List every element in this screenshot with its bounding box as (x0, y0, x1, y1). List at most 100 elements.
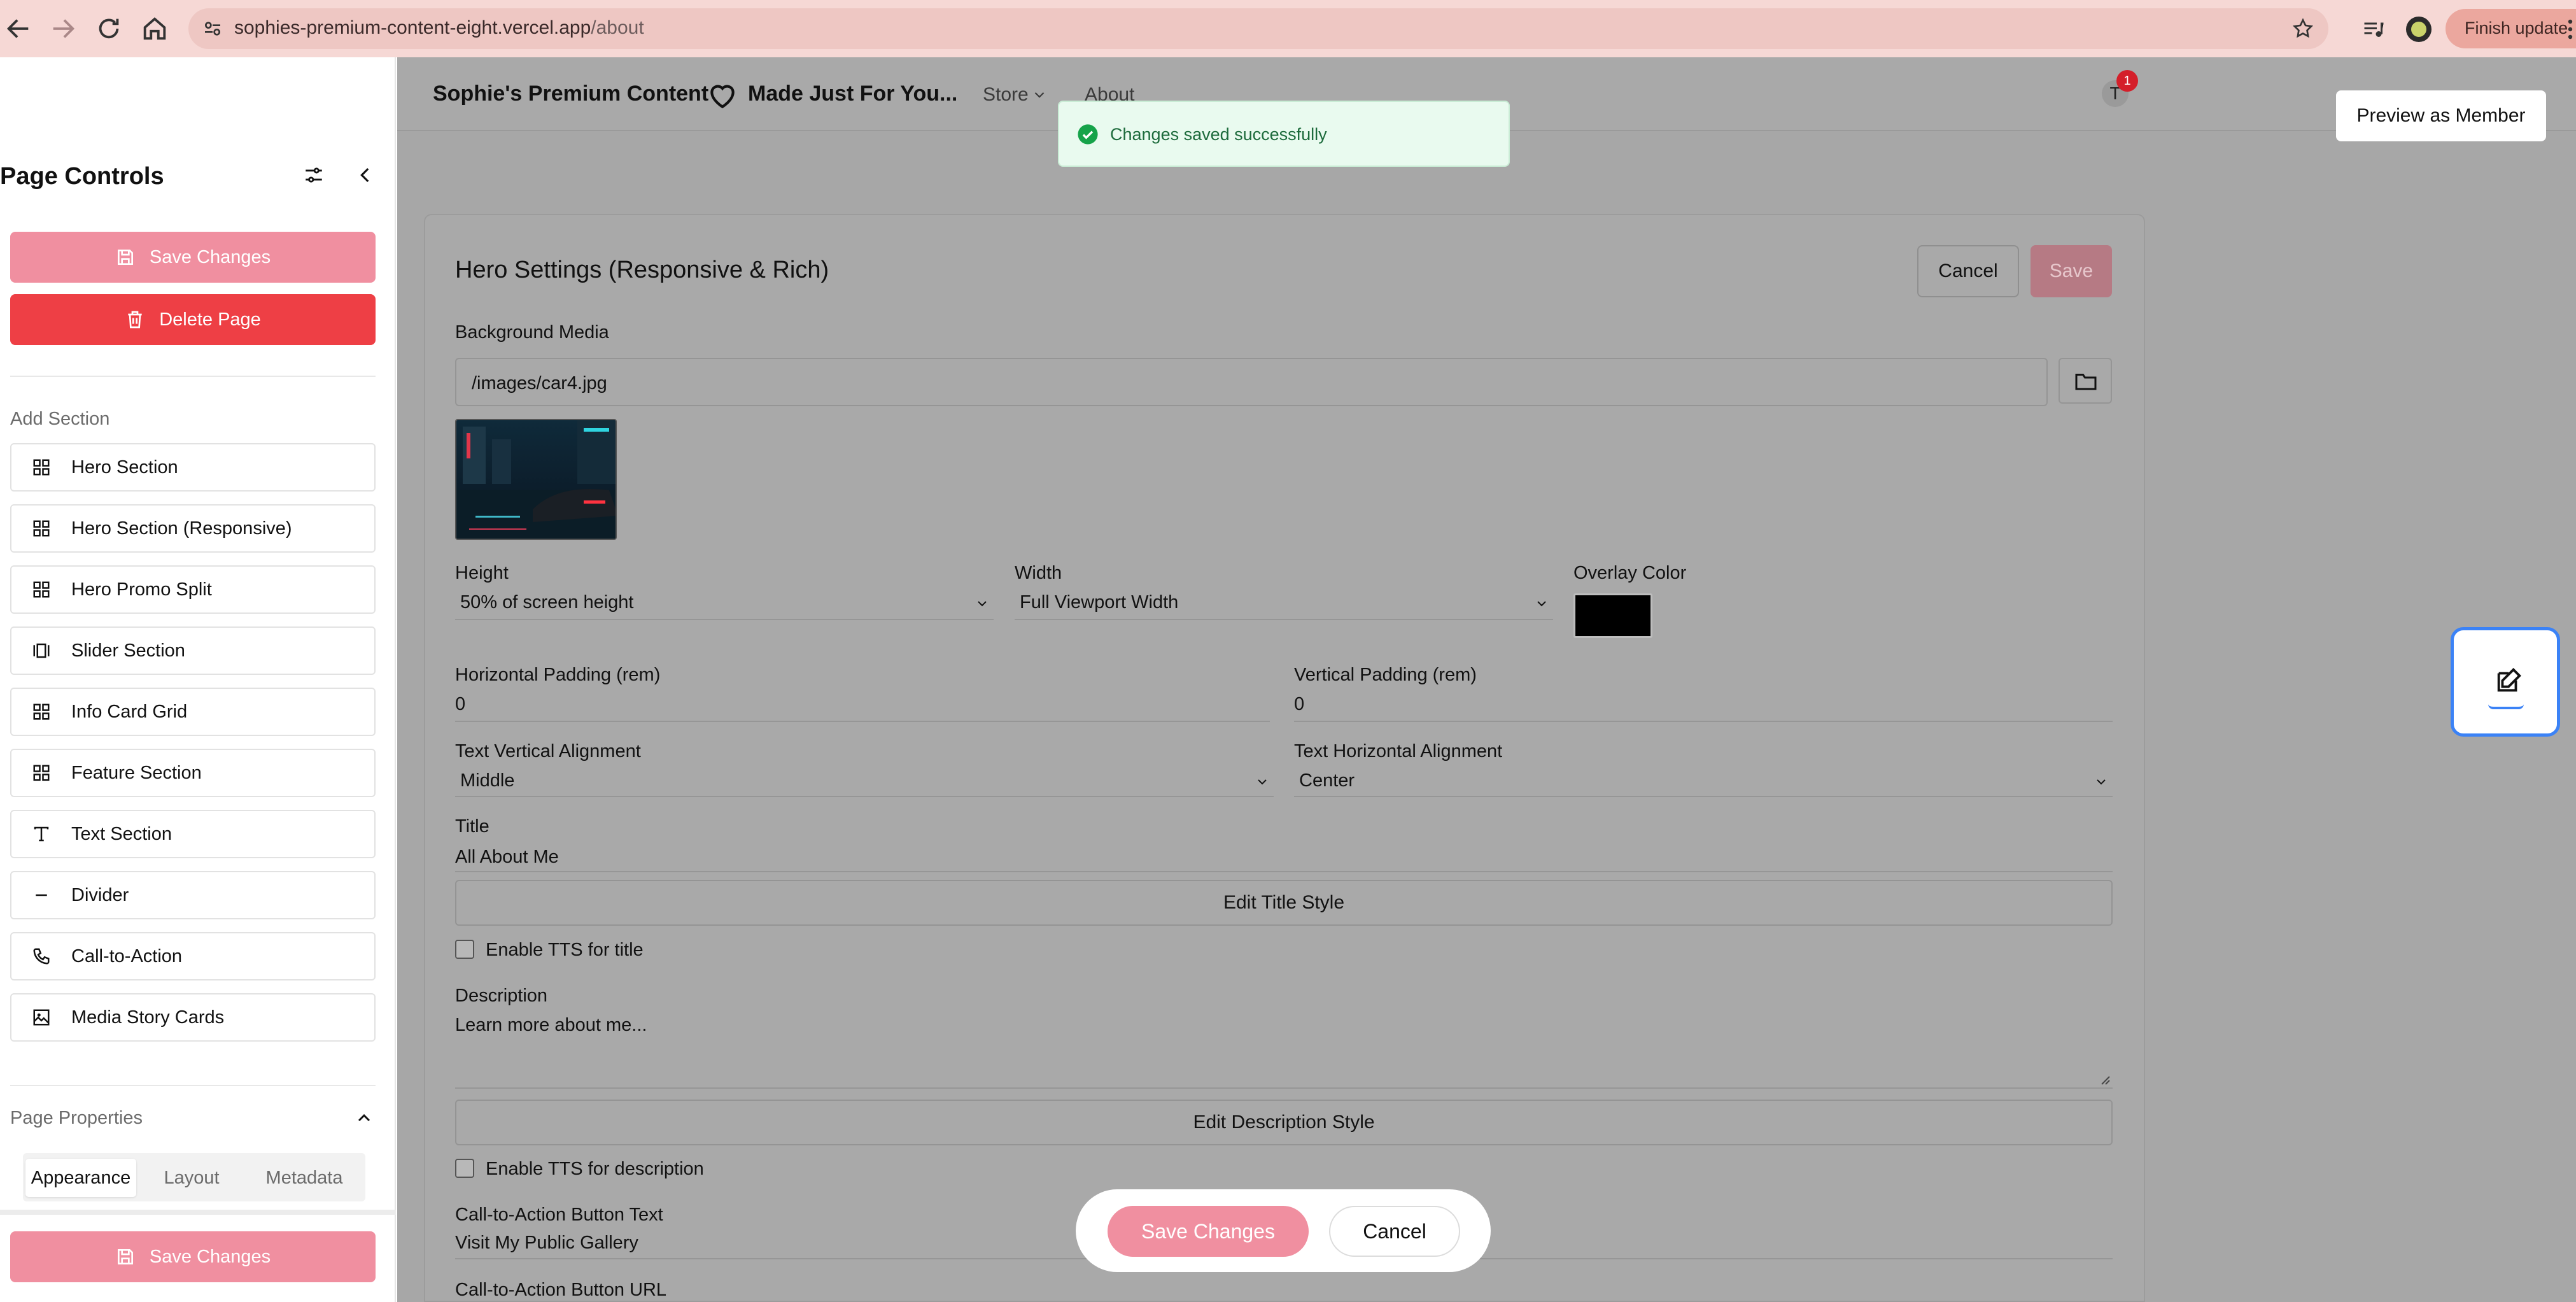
text-icon (32, 824, 51, 844)
chevron-down-icon (975, 596, 990, 611)
text-horizontal-alignment-select[interactable]: Center (1294, 767, 2113, 797)
delete-page-button[interactable]: Delete Page (10, 294, 376, 345)
delete-page-label: Delete Page (159, 309, 261, 330)
add-hero-section-responsive[interactable]: Hero Section (Responsive) (10, 504, 376, 553)
forward-icon[interactable] (48, 14, 78, 43)
add-info-card-grid[interactable]: Info Card Grid (10, 688, 376, 736)
add-feature-section[interactable]: Feature Section (10, 749, 376, 797)
grid-icon (32, 519, 51, 538)
text-vertical-alignment-select[interactable]: Middle (455, 767, 1274, 797)
add-section-heading: Add Section (10, 409, 110, 429)
height-select[interactable]: 50% of screen height (455, 590, 994, 620)
settings-sliders-icon[interactable] (303, 164, 325, 186)
slider-icon (32, 641, 51, 660)
tts-description-label: Enable TTS for description (486, 1159, 704, 1179)
width-value: Full Viewport Width (1020, 592, 1179, 612)
home-icon[interactable] (140, 14, 169, 43)
edit-title-style-button[interactable]: Edit Title Style (455, 880, 2113, 926)
width-select[interactable]: Full Viewport Width (1015, 590, 1553, 620)
grid-icon (32, 580, 51, 599)
tts-title-checkbox[interactable] (455, 940, 474, 959)
loading-indicator (2488, 704, 2524, 709)
height-value: 50% of screen height (460, 592, 634, 612)
section-item-label: Slider Section (71, 640, 185, 661)
reload-icon[interactable] (94, 14, 123, 43)
cta-url-label: Call-to-Action Button URL (455, 1280, 667, 1300)
add-media-story-cards[interactable]: Media Story Cards (10, 993, 376, 1042)
bottom-cancel-button[interactable]: Cancel (1329, 1206, 1460, 1257)
horizontal-padding-input[interactable]: 0 (455, 691, 1270, 722)
tts-title-label: Enable TTS for title (486, 940, 644, 960)
browse-media-button[interactable] (2059, 358, 2112, 404)
description-textarea[interactable]: Learn more about me... (455, 1008, 2113, 1089)
description-value: Learn more about me... (455, 1015, 647, 1035)
panel-save-button[interactable]: Save (2031, 245, 2112, 297)
profile-avatar-icon[interactable] (2406, 17, 2432, 42)
vertical-padding-input[interactable]: 0 (1294, 691, 2113, 722)
save-icon (115, 247, 136, 267)
folder-icon (2074, 371, 2097, 392)
add-hero-section[interactable]: Hero Section (10, 443, 376, 492)
background-media-value: /images/car4.jpg (472, 373, 607, 393)
toast-message: Changes saved successfully (1110, 125, 1327, 144)
finish-update-button[interactable]: Finish update (2446, 9, 2576, 48)
add-divider[interactable]: Divider (10, 871, 376, 919)
title-value: All About Me (455, 847, 559, 867)
page-properties-heading[interactable]: Page Properties (10, 1108, 143, 1129)
address-bar[interactable]: sophies-premium-content-eight.vercel.app… (188, 8, 2328, 49)
collapse-sidebar-icon[interactable] (355, 164, 376, 186)
section-item-label: Feature Section (71, 762, 202, 783)
browser-menu-icon[interactable] (2566, 19, 2574, 39)
site-info-icon[interactable] (202, 18, 223, 39)
nav-store-label: Store (983, 84, 1029, 105)
check-circle-icon (1077, 124, 1099, 145)
url-host: sophies-premium-content-eight.vercel.app (234, 17, 591, 38)
media-control-icon[interactable] (2361, 18, 2384, 41)
chevron-up-icon[interactable] (354, 1108, 374, 1128)
sidebar-bottom-save-button[interactable]: Save Changes (10, 1231, 376, 1282)
add-slider-section[interactable]: Slider Section (10, 626, 376, 675)
nav-store[interactable]: Store (983, 84, 1029, 106)
title-label: Title (455, 816, 489, 837)
tts-description-checkbox[interactable] (455, 1159, 474, 1178)
add-hero-promo-split[interactable]: Hero Promo Split (10, 565, 376, 614)
back-icon[interactable] (4, 14, 33, 43)
floating-edit-button[interactable] (2451, 627, 2560, 737)
heart-icon (707, 80, 738, 110)
section-item-label: Divider (71, 884, 129, 905)
title-input[interactable]: All About Me (455, 842, 2113, 872)
sidebar-scrollbar[interactable] (0, 1210, 396, 1215)
media-thumbnail (455, 419, 617, 540)
site-title[interactable]: Sophie's Premium Content (433, 81, 708, 106)
sidebar-save-changes-button[interactable]: Save Changes (10, 232, 376, 283)
phone-icon (32, 947, 51, 966)
cta-text-value: Visit My Public Gallery (455, 1233, 638, 1253)
text-horizontal-alignment-value: Center (1299, 770, 1355, 791)
chevron-down-icon (1534, 596, 1549, 611)
bookmark-star-icon[interactable] (2291, 17, 2314, 40)
sidebar-divider (10, 1085, 376, 1086)
add-call-to-action[interactable]: Call-to-Action (10, 932, 376, 980)
grid-icon (32, 702, 51, 721)
edit-description-style-button[interactable]: Edit Description Style (455, 1100, 2113, 1145)
cta-text-label: Call-to-Action Button Text (455, 1205, 663, 1225)
resize-handle-icon[interactable] (2099, 1073, 2110, 1085)
add-text-section[interactable]: Text Section (10, 810, 376, 858)
preview-as-member-button[interactable]: Preview as Member (2336, 90, 2546, 141)
background-media-input[interactable]: /images/car4.jpg (455, 358, 2048, 406)
text-vertical-alignment-label: Text Vertical Alignment (455, 741, 641, 761)
overlay-color-swatch[interactable] (1573, 593, 1652, 638)
tab-metadata[interactable]: Metadata (248, 1159, 360, 1197)
tab-layout[interactable]: Layout (136, 1159, 247, 1197)
url-text: sophies-premium-content-eight.vercel.app… (234, 17, 644, 39)
bottom-save-changes-button[interactable]: Save Changes (1108, 1206, 1309, 1257)
tab-appearance[interactable]: Appearance (25, 1159, 136, 1197)
success-toast: Changes saved successfully (1058, 101, 1510, 167)
panel-cancel-button[interactable]: Cancel (1917, 245, 2019, 297)
chevron-down-icon[interactable] (1031, 87, 1048, 103)
vertical-padding-value: 0 (1294, 694, 1305, 714)
notification-badge: 1 (2116, 70, 2138, 92)
text-vertical-alignment-value: Middle (460, 770, 515, 791)
vertical-padding-label: Vertical Padding (rem) (1294, 665, 1477, 685)
section-item-label: Call-to-Action (71, 945, 183, 966)
